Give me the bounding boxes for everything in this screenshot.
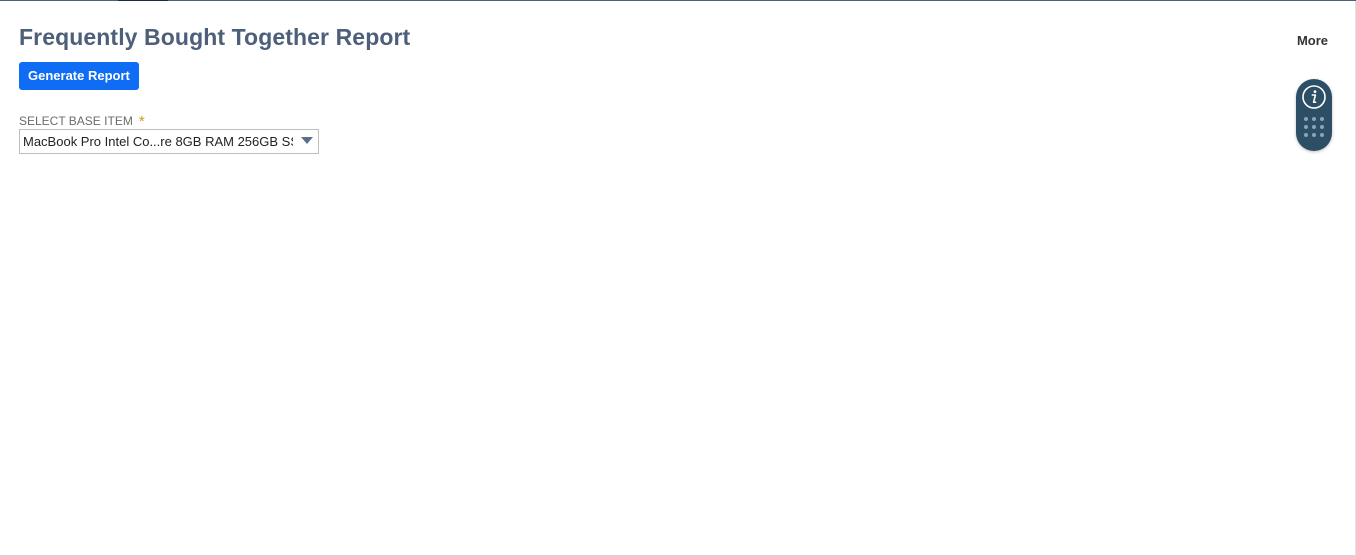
info-icon[interactable] [1301,84,1327,110]
grid-dot [1304,125,1308,129]
side-action-widget [1296,79,1332,151]
grid-dots-icon[interactable] [1304,117,1324,137]
base-item-select[interactable]: MacBook Pro Intel Co...re 8GB RAM 256GB … [19,129,319,154]
grid-dot [1304,117,1308,121]
base-item-label-text: SELECT BASE ITEM [19,114,133,128]
top-border-accent [118,0,168,1]
more-menu-button[interactable]: More [1297,33,1328,48]
grid-dot [1304,133,1308,137]
grid-dot [1320,125,1324,129]
base-item-selected-value: MacBook Pro Intel Co...re 8GB RAM 256GB … [23,134,293,149]
base-item-field-label: SELECT BASE ITEM * [19,112,145,130]
grid-dot [1320,133,1324,137]
grid-dot [1312,125,1316,129]
required-marker: * [138,113,145,130]
grid-dot [1320,117,1324,121]
report-page: Frequently Bought Together Report More G… [0,0,1356,556]
info-icon-graphic [1302,85,1326,109]
grid-dot [1312,133,1316,137]
page-title: Frequently Bought Together Report [19,24,411,50]
dropdown-caret-icon[interactable] [301,137,313,144]
top-border [0,0,1356,1]
generate-report-button[interactable]: Generate Report [19,62,139,90]
grid-dot [1312,117,1316,121]
